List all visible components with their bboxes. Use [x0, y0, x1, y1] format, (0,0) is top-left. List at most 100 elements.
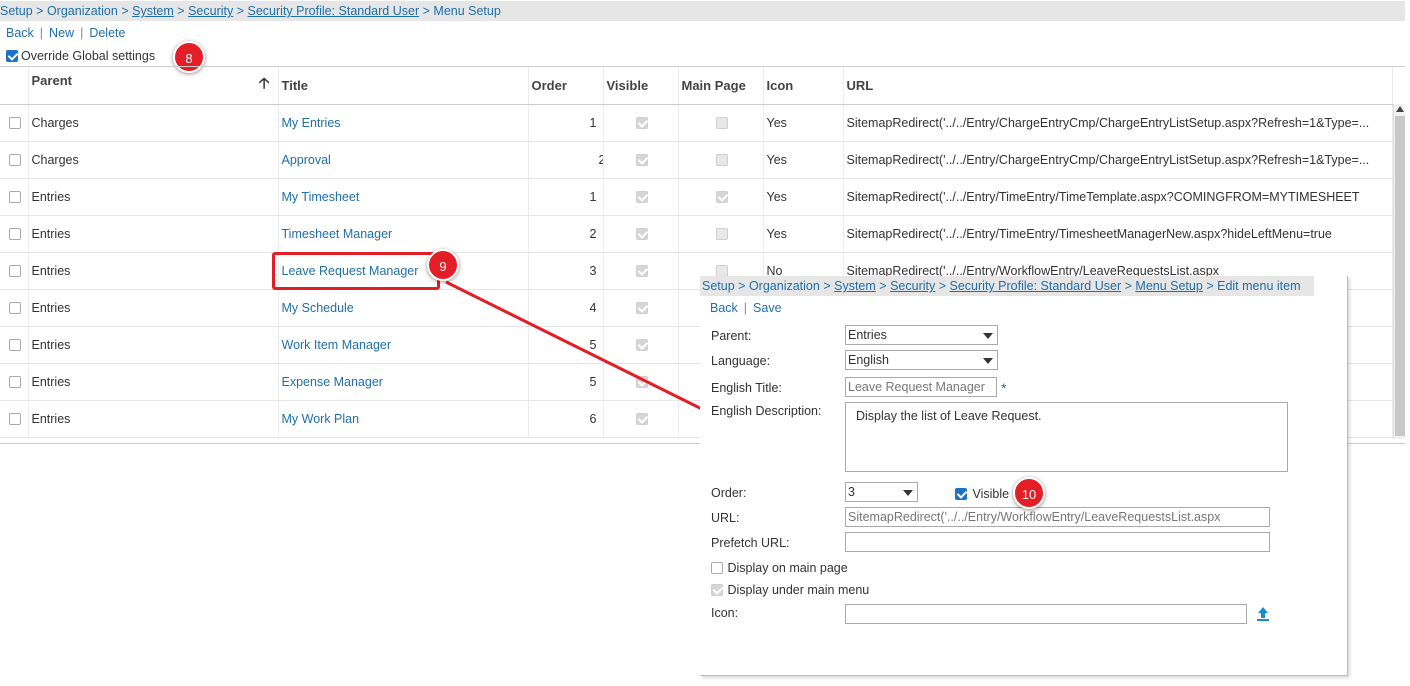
- breadcrumb-security[interactable]: Security: [890, 279, 935, 293]
- breadcrumb: Setup > Organization > System > Security…: [0, 1, 1405, 21]
- cell-title-link[interactable]: My Work Plan: [278, 400, 529, 438]
- override-checkbox[interactable]: [6, 49, 18, 62]
- row-select-checkbox[interactable]: [9, 191, 22, 204]
- row-select-checkbox[interactable]: [9, 302, 22, 315]
- row-select-cell[interactable]: [0, 289, 29, 327]
- cell-main-page: [678, 178, 764, 216]
- parent-select[interactable]: Entries: [845, 325, 998, 345]
- breadcrumb-security-profile[interactable]: Security Profile: Standard User: [950, 279, 1122, 293]
- title-link[interactable]: Expense Manager: [282, 375, 383, 389]
- edit-back-link[interactable]: Back: [710, 301, 738, 315]
- column-header-main-page[interactable]: Main Page: [678, 67, 764, 105]
- language-select[interactable]: English: [845, 350, 998, 370]
- cell-title-link[interactable]: My Timesheet: [278, 178, 529, 216]
- breadcrumb-setup[interactable]: Setup: [702, 279, 735, 293]
- cell-parent: Charges: [28, 104, 279, 142]
- row-select-cell[interactable]: [0, 178, 29, 216]
- order-select[interactable]: 3: [845, 482, 918, 502]
- display-under-main-menu-checkbox: [711, 583, 723, 596]
- row-select-checkbox[interactable]: [9, 265, 22, 278]
- breadcrumb-security[interactable]: Security: [188, 4, 233, 18]
- breadcrumb-system[interactable]: System: [132, 4, 174, 18]
- delete-link[interactable]: Delete: [89, 26, 125, 40]
- cell-title-link[interactable]: My Schedule: [278, 289, 529, 327]
- english-title-label: English Title:: [711, 381, 782, 395]
- breadcrumb-security-profile[interactable]: Security Profile: Standard User: [248, 4, 420, 18]
- english-description-textarea[interactable]: Display the list of Leave Request.: [845, 402, 1288, 472]
- cell-visible: [603, 104, 679, 142]
- table-row[interactable]: Entries My Timesheet 1 Yes SitemapRedirect('…: [0, 178, 1393, 216]
- cell-title-link[interactable]: Work Item Manager: [278, 326, 529, 364]
- row-select-cell[interactable]: [0, 141, 29, 179]
- display-under-main-menu-label: Display under main menu: [727, 582, 870, 597]
- column-header-url[interactable]: URL: [843, 67, 1393, 105]
- row-select-cell[interactable]: [0, 326, 29, 364]
- visible-checkbox: [636, 228, 648, 241]
- icon-input[interactable]: [845, 604, 1247, 624]
- display-under-main-menu-field: Display under main menu: [711, 582, 869, 597]
- display-on-main-page-label: Display on main page: [727, 560, 848, 575]
- title-link[interactable]: My Work Plan: [282, 412, 360, 426]
- row-select-cell[interactable]: [0, 400, 29, 438]
- breadcrumb-menu-setup: Menu Setup: [433, 4, 501, 18]
- cell-title-link[interactable]: Timesheet Manager: [278, 215, 529, 253]
- row-select-cell[interactable]: [0, 363, 29, 401]
- cell-visible: [603, 289, 679, 327]
- override-global-settings[interactable]: Override Global settings: [6, 48, 155, 63]
- row-select-cell[interactable]: [0, 215, 29, 253]
- display-on-main-page-checkbox[interactable]: [711, 561, 723, 574]
- column-header-parent-label: Parent: [31, 72, 72, 88]
- breadcrumb-system[interactable]: System: [834, 279, 876, 293]
- prefetch-url-input[interactable]: [845, 532, 1270, 552]
- breadcrumb-organization[interactable]: Organization: [47, 4, 118, 18]
- title-link[interactable]: Timesheet Manager: [282, 227, 393, 241]
- title-link[interactable]: My Timesheet: [282, 190, 360, 204]
- row-select-checkbox[interactable]: [9, 413, 22, 426]
- title-link[interactable]: My Entries: [282, 116, 341, 130]
- title-link[interactable]: Approval: [282, 153, 331, 167]
- visible-checkbox[interactable]: [955, 487, 967, 500]
- display-on-main-page-field[interactable]: Display on main page: [711, 560, 848, 575]
- visible-label: Visible: [972, 486, 1010, 501]
- table-row[interactable]: Charges My Entries 1 Yes SitemapRedirect('..…: [0, 104, 1393, 142]
- breadcrumb-menu-setup[interactable]: Menu Setup: [1135, 279, 1202, 293]
- edit-toolbar: Back | Save: [710, 301, 782, 315]
- table-row[interactable]: ChargesApproval 2 YesSitemapRedirect('../.…: [0, 141, 1393, 179]
- row-select-checkbox[interactable]: [9, 339, 22, 352]
- grid-scrollbar[interactable]: [1393, 104, 1405, 439]
- column-header-icon[interactable]: Icon: [763, 67, 844, 105]
- row-select-cell[interactable]: [0, 104, 29, 142]
- prefetch-url-label: Prefetch URL:: [711, 536, 790, 550]
- cell-title-link[interactable]: Expense Manager: [278, 363, 529, 401]
- highlight-box: [272, 252, 440, 290]
- table-row[interactable]: Entries Timesheet Manager 2 Yes SitemapRedir…: [0, 215, 1393, 253]
- cell-order: 2: [528, 141, 604, 179]
- visible-field[interactable]: Visible: [955, 486, 1009, 501]
- url-input[interactable]: SitemapRedirect('../../Entry/WorkflowEnt…: [845, 507, 1270, 527]
- title-link[interactable]: My Schedule: [282, 301, 354, 315]
- save-link[interactable]: Save: [753, 301, 782, 315]
- title-link[interactable]: Work Item Manager: [282, 338, 392, 352]
- column-header-order[interactable]: Order: [528, 67, 604, 105]
- row-select-checkbox[interactable]: [9, 117, 22, 130]
- sort-ascending-icon[interactable]: 🡡: [259, 73, 270, 98]
- column-header-parent[interactable]: Parent 🡡: [28, 67, 279, 105]
- cell-title-link[interactable]: My Entries: [278, 104, 529, 142]
- english-title-input[interactable]: Leave Request Manager: [845, 377, 997, 397]
- cell-visible: [603, 400, 679, 438]
- row-select-checkbox[interactable]: [9, 376, 22, 389]
- row-select-cell[interactable]: [0, 252, 29, 290]
- row-select-checkbox[interactable]: [9, 228, 22, 241]
- column-header-title[interactable]: Title: [278, 67, 529, 105]
- cell-title-link[interactable]: Approval: [278, 141, 529, 179]
- new-link[interactable]: New: [49, 26, 74, 40]
- upload-icon[interactable]: [1256, 606, 1270, 622]
- column-header-visible[interactable]: Visible: [603, 67, 679, 105]
- row-select-checkbox[interactable]: [9, 154, 22, 167]
- breadcrumb-organization[interactable]: Organization: [749, 279, 820, 293]
- back-link[interactable]: Back: [6, 26, 34, 40]
- scroll-up-icon[interactable]: [1396, 106, 1404, 112]
- cell-main-page: [678, 104, 764, 142]
- breadcrumb-setup[interactable]: Setup: [0, 4, 33, 18]
- scrollbar-thumb[interactable]: [1395, 116, 1405, 436]
